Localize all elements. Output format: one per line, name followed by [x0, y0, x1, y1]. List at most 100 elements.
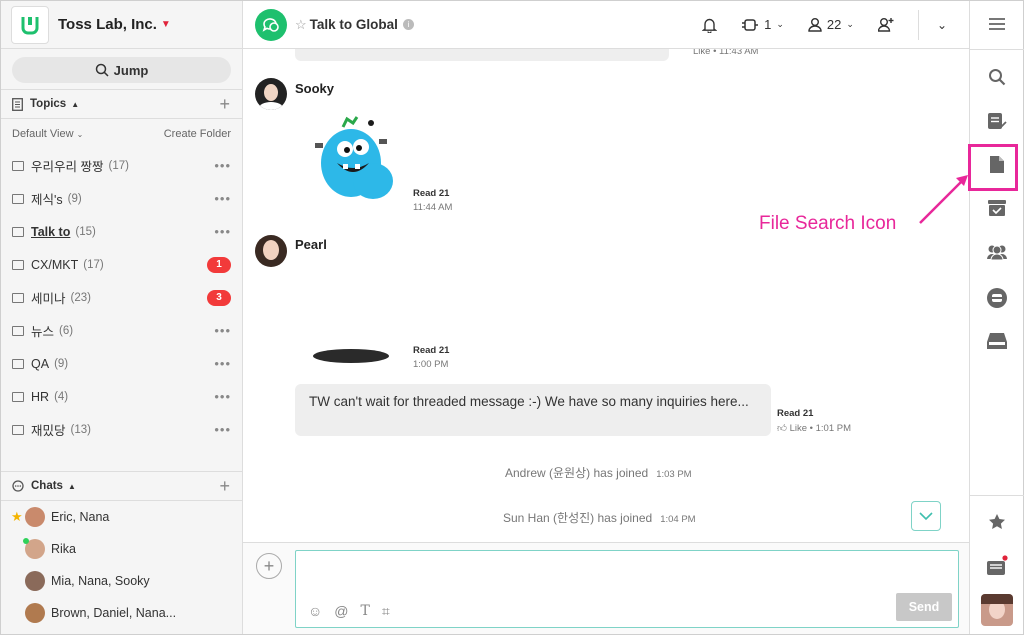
create-folder-button[interactable]: Create Folder [164, 128, 231, 140]
system-message: Sun Han (한성진) has joined 1:04 PM [503, 509, 696, 526]
message-time: 11:44 AM [413, 202, 453, 213]
jump-button[interactable]: Jump [12, 57, 231, 83]
topic-name: CX/MKT [31, 257, 79, 272]
system-text: Sun Han (한성진) has joined [503, 511, 653, 525]
composer-toolbar: ☺ @ T ⌗ [308, 603, 390, 620]
topic-item[interactable]: 제식's (9) ••• [1, 182, 242, 215]
more-options-icon[interactable]: ••• [214, 224, 231, 239]
more-options-icon[interactable]: ••• [214, 422, 231, 437]
read-count[interactable]: Read 21 [777, 408, 813, 419]
avatar [25, 507, 45, 527]
read-count[interactable]: Read 21 [413, 345, 449, 356]
team-name[interactable]: Toss Lab, Inc. [58, 16, 157, 33]
add-chat-button[interactable]: + [219, 476, 230, 497]
topic-item[interactable]: Talk to (15) ••• [1, 215, 242, 248]
topic-item[interactable]: 뉴스 (6) ••• [1, 314, 242, 347]
topic-item[interactable]: CX/MKT (17) 1 [1, 248, 242, 281]
text-format-icon[interactable]: T [361, 603, 370, 620]
scroll-to-bottom-button[interactable] [911, 501, 941, 531]
connect-button[interactable]: 1 ⌄ [741, 17, 784, 32]
more-options-icon[interactable]: ••• [214, 191, 231, 206]
search-icon [95, 63, 109, 77]
notifications-tray-icon[interactable] [970, 555, 1024, 577]
chat-item[interactable]: Brown, Daniel, Nana... [1, 597, 242, 629]
more-options-icon[interactable]: ••• [214, 158, 231, 173]
read-count[interactable]: Read 21 [413, 188, 449, 199]
team-logo [11, 5, 49, 44]
more-options-icon[interactable]: ••• [214, 356, 231, 371]
todo-icon[interactable] [970, 112, 1024, 130]
topic-item[interactable]: 우리우리 짱짱 (17) ••• [1, 149, 242, 182]
team-header[interactable]: Toss Lab, Inc. ▼ [1, 1, 242, 49]
jump-label: Jump [113, 62, 149, 78]
topics-header[interactable]: Topics ▲ + [1, 89, 242, 119]
chat-name: Mia, Nana, Sooky [51, 574, 150, 588]
crop-icon[interactable]: ⌗ [382, 603, 390, 620]
profile-avatar[interactable] [970, 594, 1024, 626]
topic-item[interactable]: 세미나 (23) 3 [1, 281, 242, 314]
mention-icon[interactable]: @ [334, 603, 348, 620]
topic-count: (9) [67, 192, 82, 205]
sticker-image[interactable] [303, 111, 403, 211]
sticker-image[interactable] [313, 349, 389, 363]
search-icon[interactable] [970, 68, 1024, 86]
avatar[interactable] [255, 78, 287, 110]
send-button[interactable]: Send [896, 593, 952, 621]
chat-name: Brown, Daniel, Nana... [51, 606, 177, 620]
message-author[interactable]: Sooky [295, 81, 334, 96]
attach-button[interactable]: + [256, 553, 282, 579]
members-button[interactable]: 22 ⌄ [808, 17, 854, 32]
topic-name: QA [31, 356, 50, 371]
info-icon[interactable]: i [402, 19, 414, 30]
connect-plug-icon[interactable] [970, 287, 1024, 309]
avatar[interactable] [255, 235, 287, 267]
like-button[interactable]: 👍︎ Like • 1:01 PM [777, 422, 851, 434]
folder-icon [12, 325, 24, 336]
emoji-icon[interactable]: ☺ [308, 603, 322, 620]
team-members-icon[interactable] [970, 244, 1024, 260]
default-view-dropdown[interactable]: Default View ⌄ [12, 128, 83, 140]
chat-item[interactable]: ★ Eric, Nana [1, 501, 242, 533]
view-row: Default View ⌄ Create Folder [1, 119, 242, 149]
bell-icon[interactable] [702, 17, 718, 33]
topic-item[interactable]: 재밌당 (13) ••• [1, 413, 242, 446]
topic-count: (23) [70, 291, 91, 304]
invite-member-icon[interactable] [877, 17, 894, 32]
avatar [23, 538, 45, 559]
chat-item[interactable]: Rika [1, 533, 242, 565]
chat-item[interactable]: Mia, Nana, Sooky [1, 565, 242, 597]
chats-header[interactable]: Chats ▲ + [1, 471, 242, 501]
team-dropdown-icon[interactable]: ▼ [161, 19, 171, 30]
topic-count: (17) [108, 159, 129, 172]
chevron-down-icon[interactable]: ⌄ [937, 18, 947, 32]
archive-check-icon[interactable] [970, 199, 1024, 217]
topic-list: 우리우리 짱짱 (17) ••• 제식's (9) ••• Talk to (15) ••• CX… [1, 149, 242, 446]
star-icon[interactable] [970, 513, 1024, 530]
add-topic-button[interactable]: + [219, 94, 230, 115]
topic-item[interactable]: QA (9) ••• [1, 347, 242, 380]
more-options-icon[interactable]: ••• [214, 389, 231, 404]
message-list: Like • 11:43 AM Sooky Read 21 11:44 AM P… [243, 49, 969, 542]
topic-name: 제식's [31, 193, 63, 207]
topic-count: (17) [83, 258, 104, 271]
topic-name: 뉴스 [31, 325, 55, 339]
inbox-icon[interactable] [970, 332, 1024, 350]
topics-icon [12, 97, 23, 111]
chat-name: Eric, Nana [51, 510, 110, 524]
topic-item[interactable]: HR (4) ••• [1, 380, 242, 413]
thumbs-up-icon: 👍︎ [777, 423, 787, 434]
collapse-icon[interactable]: ▲ [71, 100, 79, 109]
message-author[interactable]: Pearl [295, 237, 327, 252]
main-panel: ☆ Talk to Global i 1 ⌄ 22 ⌄ ⌄ Like • 11:… [243, 1, 969, 634]
more-options-icon[interactable]: ••• [214, 323, 231, 338]
chat-name: Rika [51, 542, 77, 556]
message-input[interactable]: ☺ @ T ⌗ Send [295, 550, 959, 628]
menu-icon[interactable] [970, 17, 1024, 31]
system-message: Andrew (윤원상) has joined 1:03 PM [505, 464, 692, 481]
message-bubble[interactable]: TW can't wait for threaded message :-) W… [295, 384, 771, 436]
collapse-icon[interactable]: ▲ [68, 482, 76, 491]
star-icon[interactable]: ☆ [295, 17, 307, 33]
folder-icon [12, 358, 24, 369]
folder-icon [12, 226, 24, 237]
chats-title: Chats [31, 480, 63, 492]
